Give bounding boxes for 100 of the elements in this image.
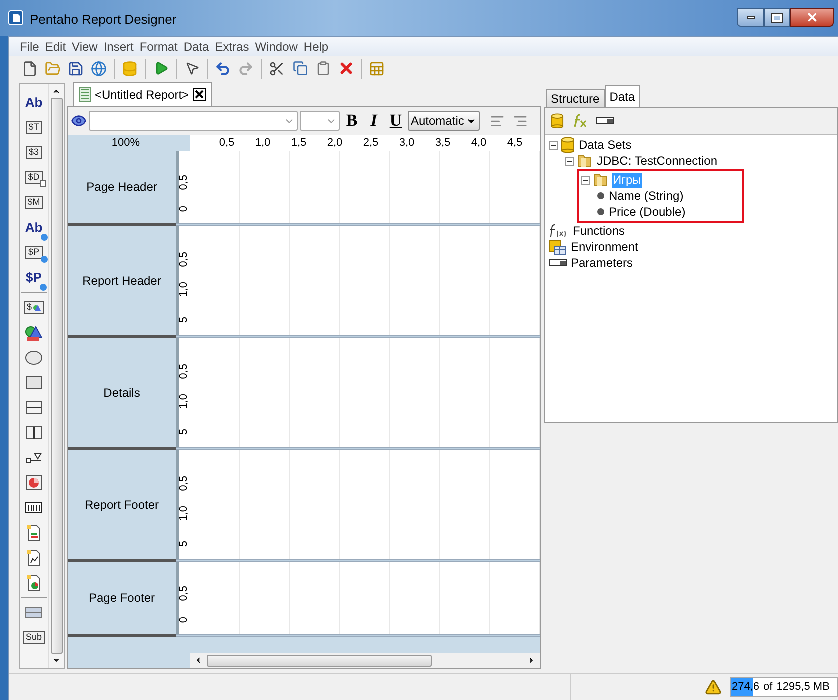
menu-item[interactable]: Help	[304, 38, 329, 56]
rectangle-icon[interactable]	[25, 374, 43, 392]
scroll-up-icon	[52, 87, 61, 96]
maximize-button[interactable]	[764, 8, 790, 27]
menu-item[interactable]: Window	[255, 38, 298, 56]
globe-icon	[40, 284, 47, 290]
ruler-label: 4,5	[506, 136, 524, 151]
menu-item[interactable]: Data	[184, 38, 210, 56]
band-label: Details	[68, 338, 176, 447]
ruler-label: 2,5	[362, 136, 380, 151]
page-icon	[40, 180, 46, 187]
tree-item[interactable]: Functions	[572, 224, 626, 238]
ruler-label: 0,5	[179, 364, 190, 379]
tree-item[interactable]: Environment	[570, 240, 640, 254]
ruler-label: 1,0	[179, 394, 190, 410]
palette-tool[interactable]: Ab	[25, 220, 43, 234]
ruler-label: 1,0	[254, 136, 272, 151]
document-chart-icon[interactable]	[25, 548, 43, 566]
memory-of: of	[764, 680, 773, 695]
menu-item[interactable]: Edit	[45, 38, 66, 56]
function-icon	[549, 223, 569, 239]
ruler-label: 1,5	[290, 136, 308, 151]
minimize-button[interactable]	[737, 8, 764, 27]
tree-item[interactable]: Name (String)	[608, 188, 685, 204]
shapes-icon[interactable]	[25, 324, 43, 342]
palette-tool[interactable]: $3	[26, 146, 42, 159]
database-icon	[561, 137, 575, 153]
tree-item[interactable]: JDBC: TestConnection	[596, 154, 719, 168]
palette-tool[interactable]: $P	[26, 270, 42, 284]
panel-tab[interactable]: Structure	[546, 89, 605, 107]
parameter-icon[interactable]	[596, 116, 614, 126]
menu-item[interactable]: Format	[140, 38, 178, 56]
align-left-icon	[490, 114, 506, 128]
tab-title: <Untitled Report>	[95, 86, 190, 104]
tree-item[interactable]: Parameters	[570, 256, 634, 270]
memory-total: 1295,5 MB	[776, 680, 830, 695]
align-right-icon	[513, 114, 528, 128]
ruler-label: 1,0	[179, 282, 190, 298]
collapse-icon[interactable]	[565, 156, 574, 166]
scroll-thumb[interactable]	[207, 654, 432, 666]
palette-tool[interactable]: $	[24, 301, 44, 314]
italic-button[interactable]: I	[364, 108, 384, 134]
scroll-right-icon	[527, 656, 536, 665]
horizontal-scrollbar[interactable]	[190, 653, 540, 668]
ruler-label: 2,0	[326, 136, 344, 151]
ruler-label: 5	[179, 540, 190, 547]
pie-chart-icon[interactable]	[25, 474, 43, 492]
color-dropdown[interactable]: Automatic	[408, 111, 480, 131]
menu-item[interactable]: Extras	[215, 38, 250, 56]
scrollbar[interactable]	[48, 84, 64, 668]
ruler-label: 5	[179, 428, 190, 435]
ruler-label: 0	[179, 617, 190, 624]
menu-item[interactable]: View	[72, 38, 98, 56]
palette-tool[interactable]: $M	[24, 196, 44, 209]
ruler-label: 0	[179, 206, 190, 213]
palette-tool[interactable]: $T	[26, 121, 42, 134]
ruler-label: 1,0	[179, 506, 190, 522]
tree-item[interactable]: Price (Double)	[608, 204, 687, 220]
document-pie-icon[interactable]	[25, 574, 43, 592]
ellipse-icon[interactable]	[25, 348, 43, 366]
tree-item[interactable]: Data Sets	[578, 138, 633, 152]
window-title: Pentaho Report Designer	[30, 11, 177, 29]
scroll-thumb[interactable]	[50, 98, 62, 654]
band-label: Page Footer	[68, 562, 176, 634]
document-tab[interactable]: <Untitled Report>	[73, 82, 212, 106]
app-icon	[8, 10, 24, 26]
band-label: Report Header	[68, 226, 176, 335]
menu-item[interactable]: Insert	[104, 38, 134, 56]
ruler-label: 0,5	[179, 586, 190, 602]
folder-icon	[593, 172, 609, 188]
close-icon[interactable]	[193, 88, 206, 101]
palette-tool[interactable]: Sub	[22, 631, 45, 644]
palette-tool[interactable]: $D	[25, 171, 43, 184]
ruler-label: 3,0	[398, 136, 416, 151]
ruler-label: 0,5	[179, 174, 190, 190]
parameter-icon	[549, 258, 567, 268]
shapes-icon	[33, 304, 41, 312]
database-table-icon	[549, 239, 567, 255]
document-icon[interactable]	[25, 524, 43, 542]
ruler-label: 0,5	[179, 252, 190, 267]
ruler-label: 4,0	[470, 136, 488, 151]
zoom-level: 100%	[68, 135, 190, 151]
collapse-icon[interactable]	[549, 140, 558, 150]
eye-icon	[71, 113, 87, 129]
palette-tool[interactable]: Ab	[25, 96, 43, 109]
field-dot-icon	[597, 192, 605, 200]
globe-icon	[40, 256, 48, 263]
ruler-label: 3,5	[434, 136, 452, 151]
collapse-icon[interactable]	[581, 176, 590, 184]
bold-button[interactable]: B	[342, 108, 362, 134]
globe-icon	[40, 234, 48, 240]
menu-item[interactable]: File	[20, 38, 40, 56]
scroll-down-icon	[52, 656, 61, 665]
underline-button[interactable]: U	[386, 108, 406, 134]
field-dot-icon	[597, 208, 605, 216]
panel-tab[interactable]: Data	[604, 85, 640, 107]
palette-tool[interactable]: $P	[25, 246, 42, 259]
close-button[interactable]	[790, 8, 834, 27]
folder-icon	[577, 153, 593, 169]
database-icon	[551, 113, 564, 129]
